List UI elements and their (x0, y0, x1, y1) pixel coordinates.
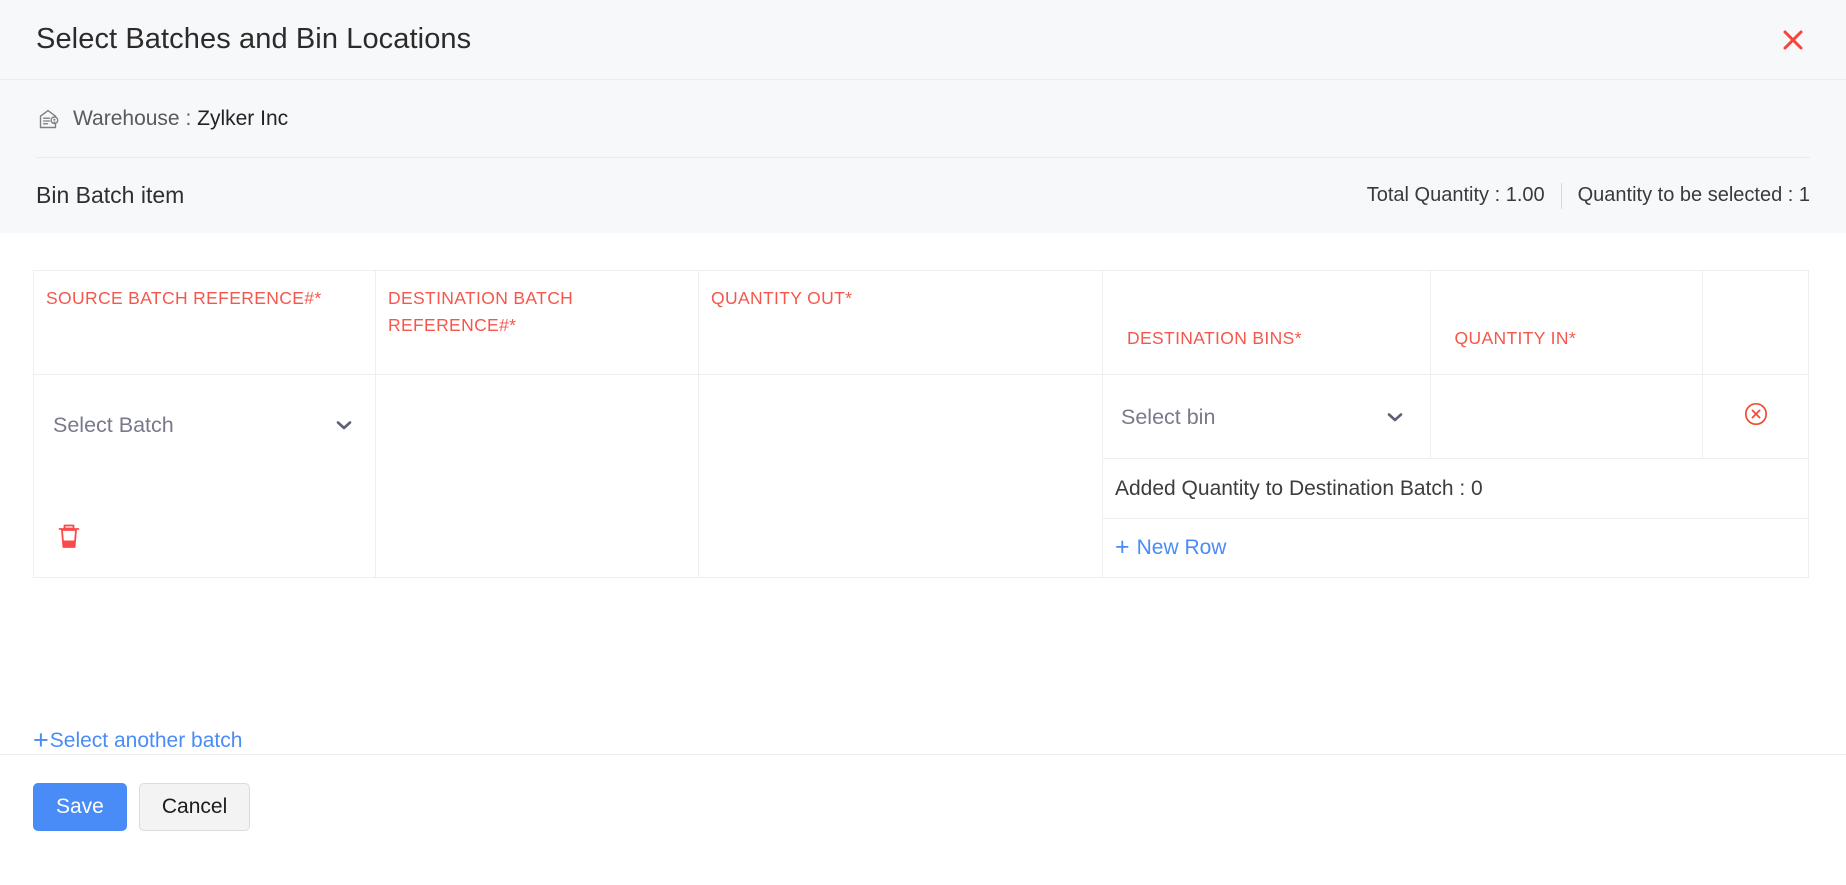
column-header-source-batch-reference: SOURCE BATCH REFERENCE#* (33, 270, 376, 375)
modal-footer: Save Cancel (0, 754, 1846, 885)
column-header-actions-label (1715, 352, 1798, 374)
new-row-row: + New Row (1103, 519, 1809, 577)
select-another-batch-label: Select another batch (49, 728, 243, 752)
warehouse-label: Warehouse : Zylker Inc (73, 107, 288, 131)
bin-row: Select bin (1103, 375, 1809, 459)
delete-batch-row-button[interactable] (52, 521, 86, 559)
new-row-label: New Row (1136, 535, 1227, 559)
warehouse-icon (36, 106, 62, 132)
batches-table: SOURCE BATCH REFERENCE#* DESTINATION BAT… (33, 270, 1809, 578)
save-button[interactable]: Save (33, 783, 127, 831)
column-header-bins-group: DESTINATION BINS* QUANTITY IN* (1102, 270, 1809, 375)
table-row: Select Batch Select bin Added Quantity t… (33, 374, 1809, 578)
remove-circle-icon (1743, 401, 1769, 432)
batches-table-wrap: SOURCE BATCH REFERENCE#* DESTINATION BAT… (0, 233, 1846, 695)
warehouse-value: Zylker Inc (197, 106, 289, 130)
added-quantity-text: Added Quantity to Destination Batch : 0 (1115, 476, 1483, 500)
modal-header: Select Batches and Bin Locations (0, 0, 1846, 80)
warehouse-label-text: Warehouse : (73, 106, 198, 130)
source-batch-select[interactable]: Select Batch (53, 403, 355, 447)
column-header-destination-batch-reference: DESTINATION BATCH REFERENCE#* (375, 270, 699, 375)
destination-bin-placeholder: Select bin (1121, 404, 1216, 429)
column-header-destination-bins: DESTINATION BINS* (1103, 271, 1430, 374)
warehouse-row: Warehouse : Zylker Inc (36, 80, 1810, 158)
cell-added-quantity: Added Quantity to Destination Batch : 0 (1103, 458, 1809, 519)
add-new-bin-row-button[interactable]: + New Row (1115, 535, 1226, 560)
column-header-quantity-out: QUANTITY OUT* (698, 270, 1103, 375)
select-another-batch-button[interactable]: + Select another batch (33, 727, 242, 754)
plus-icon: + (33, 725, 49, 755)
select-batches-modal: Select Batches and Bin Locations Warehou… (0, 0, 1846, 885)
select-another-batch-wrap: + Select another batch (0, 695, 1846, 754)
cell-quantity-out[interactable] (698, 374, 1103, 578)
cell-destination-batch[interactable] (375, 374, 699, 578)
column-header-destination-batch-reference-label: DESTINATION BATCH REFERENCE#* (388, 288, 574, 336)
chevron-down-icon (1384, 406, 1406, 428)
info-band: Warehouse : Zylker Inc Bin Batch item To… (0, 80, 1846, 233)
table-header-row: SOURCE BATCH REFERENCE#* DESTINATION BAT… (33, 270, 1809, 375)
column-header-actions (1701, 271, 1809, 374)
total-quantity: Total Quantity : 1.00 (1366, 184, 1545, 206)
remove-bin-row-button[interactable] (1703, 375, 1810, 458)
quantity-group: Total Quantity : 1.00 Quantity to be sel… (1366, 182, 1810, 209)
cell-bin-actions (1702, 375, 1809, 459)
column-header-source-batch-reference-label: SOURCE BATCH REFERENCE#* (46, 288, 322, 308)
column-header-quantity-in: QUANTITY IN* (1429, 271, 1702, 374)
close-icon[interactable] (1776, 23, 1810, 57)
table-body: Select Batch Select bin Added Quantity t… (33, 374, 1809, 578)
cancel-button[interactable]: Cancel (138, 783, 251, 831)
column-header-quantity-in-label: QUANTITY IN* (1454, 327, 1577, 348)
nested-header-table: DESTINATION BINS* QUANTITY IN* (1103, 271, 1809, 374)
cell-quantity-in[interactable] (1430, 375, 1703, 459)
cell-source-batch: Select Batch (33, 374, 376, 578)
quantity-to-be-selected: Quantity to be selected : 1 (1577, 184, 1810, 206)
bins-subtable: Select bin Added Quantity to Destination… (1103, 375, 1809, 577)
column-header-quantity-out-label: QUANTITY OUT* (711, 288, 853, 308)
table-header: SOURCE BATCH REFERENCE#* DESTINATION BAT… (33, 270, 1809, 375)
added-quantity-row: Added Quantity to Destination Batch : 0 (1103, 458, 1809, 519)
item-name: Bin Batch item (36, 182, 185, 208)
cell-new-row: + New Row (1103, 519, 1809, 577)
column-header-destination-bins-label: DESTINATION BINS* (1127, 327, 1302, 348)
cell-destination-bins-group: Select bin Added Quantity to Destination… (1102, 374, 1809, 578)
nested-header-row: DESTINATION BINS* QUANTITY IN* (1103, 271, 1809, 374)
page-title: Select Batches and Bin Locations (36, 23, 472, 55)
source-batch-placeholder: Select Batch (53, 412, 174, 437)
chevron-down-icon (333, 414, 355, 436)
destination-bin-select[interactable]: Select bin (1121, 395, 1406, 439)
trash-icon (56, 522, 82, 557)
plus-icon: + (1115, 533, 1130, 562)
item-summary-row: Bin Batch item Total Quantity : 1.00 Qua… (36, 158, 1810, 233)
cell-bin-select: Select bin (1103, 375, 1431, 459)
